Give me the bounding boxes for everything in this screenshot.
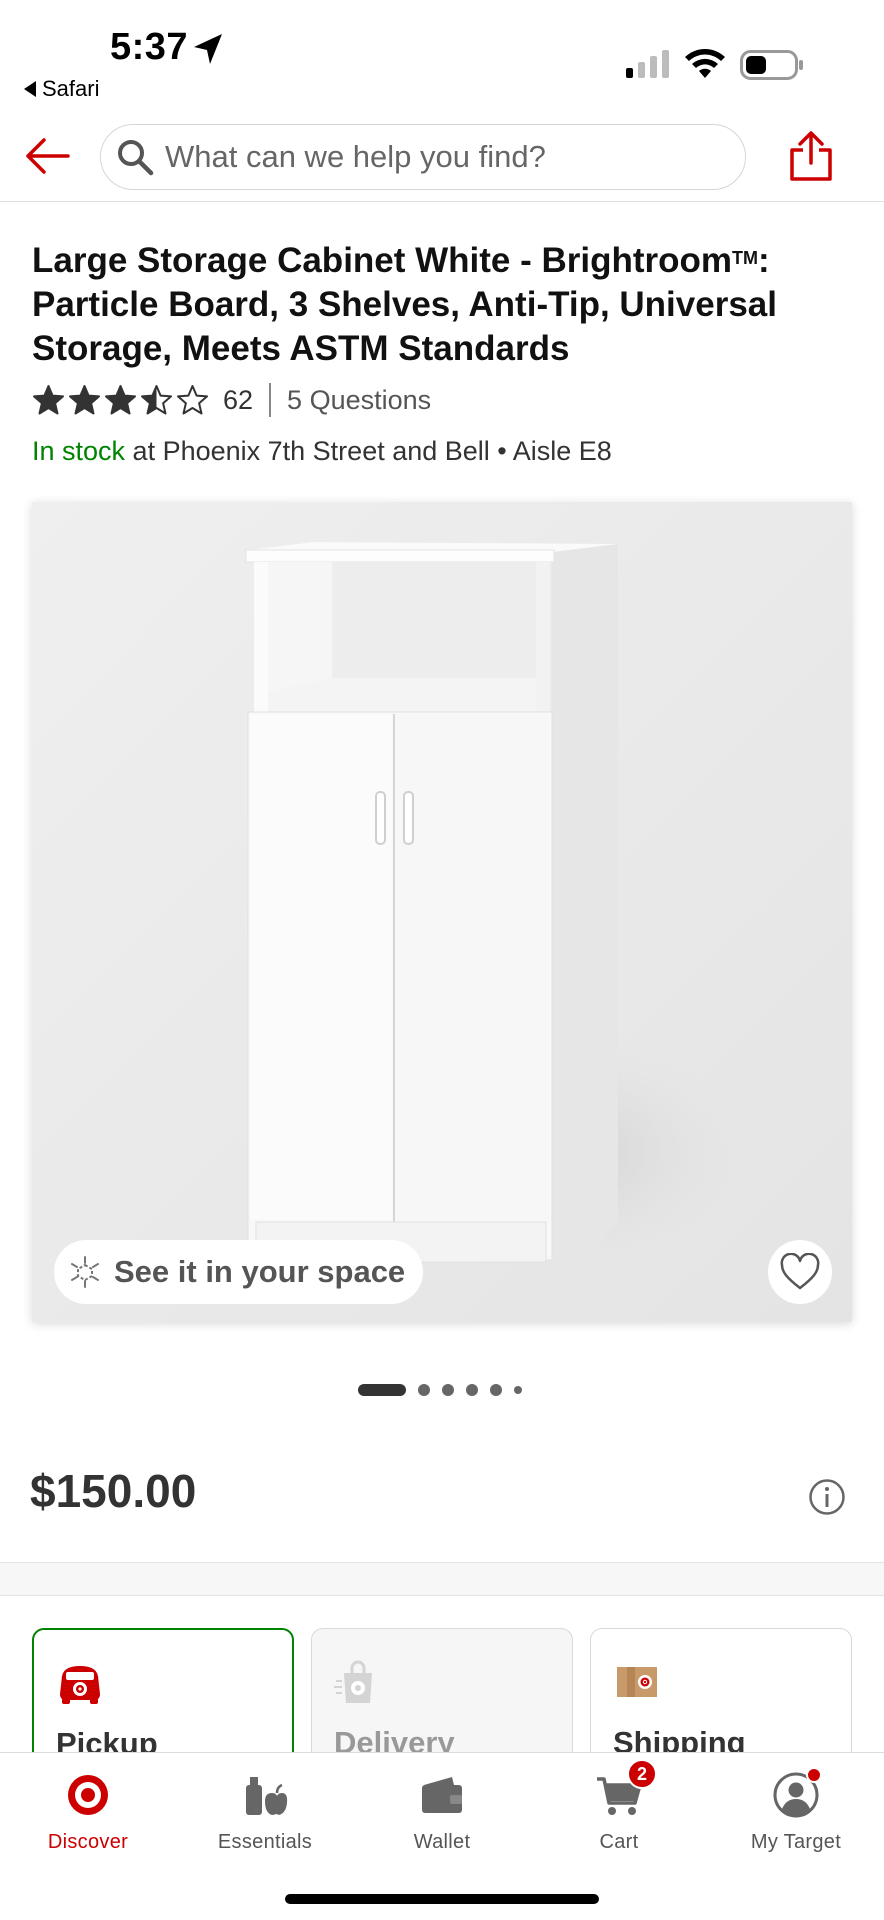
home-indicator	[285, 1894, 599, 1904]
star-full-icon	[105, 384, 136, 414]
notification-dot	[806, 1767, 822, 1783]
tab-label: Essentials	[217, 1831, 313, 1853]
location-arrow-icon	[194, 34, 222, 64]
wifi-icon	[685, 49, 725, 78]
stock-info[interactable]: In stock at Phoenix 7th Street and Bell …	[32, 436, 612, 467]
carousel-dot[interactable]	[442, 1384, 454, 1396]
product-image-carousel[interactable]: See it in your space	[32, 502, 852, 1322]
back-arrow-icon[interactable]	[24, 136, 70, 176]
product-title: Large Storage Cabinet White - Brightroom…	[32, 236, 852, 371]
product-title-main: Large Storage Cabinet White - Brightroom	[32, 241, 733, 280]
essentials-icon	[246, 1777, 288, 1815]
tab-label: Wallet	[413, 1831, 471, 1853]
target-bullseye-icon	[68, 1775, 108, 1815]
search-input[interactable]	[165, 139, 725, 175]
questions-link[interactable]: 5 Questions	[287, 385, 431, 416]
delivery-bag-icon	[334, 1660, 372, 1703]
rating-row[interactable]: 62 5 Questions	[32, 380, 431, 420]
back-app-label: Safari	[42, 76, 100, 101]
tab-discover[interactable]: Discover	[0, 1771, 176, 1871]
product-image-cabinet	[32, 502, 852, 1322]
rating-count[interactable]: 62	[223, 385, 253, 416]
back-to-safari-link[interactable]: Safari	[24, 76, 99, 102]
star-empty-icon	[177, 384, 208, 414]
tab-essentials[interactable]: Essentials	[177, 1771, 353, 1871]
stock-status: In stock	[32, 436, 126, 466]
account-icon-wrap	[772, 1767, 822, 1819]
ar-cube-icon	[71, 1256, 99, 1288]
back-triangle-icon	[24, 81, 36, 97]
product-price: $150.00	[30, 1465, 197, 1517]
battery-icon	[740, 50, 803, 80]
wallet-icon	[422, 1777, 462, 1813]
rating-divider	[269, 383, 272, 417]
heart-icon	[780, 1253, 820, 1290]
tab-my-target[interactable]: My Target	[708, 1767, 884, 1871]
cellular-signal-icon	[626, 50, 669, 78]
section-divider	[0, 1562, 884, 1596]
search-icon	[118, 140, 154, 176]
star-full-icon	[69, 384, 100, 414]
top-nav-header	[0, 112, 884, 202]
shipping-box-icon	[617, 1667, 657, 1697]
star-full-icon	[33, 384, 64, 414]
tab-label: Discover	[47, 1831, 129, 1853]
carousel-dot[interactable]	[466, 1384, 478, 1396]
cart-icon-wrap: 2	[595, 1759, 657, 1819]
tab-cart[interactable]: 2 Cart	[531, 1759, 707, 1871]
fulfillment-option-pickup[interactable]: Pickup	[32, 1628, 294, 1768]
carousel-dot[interactable]	[490, 1384, 502, 1396]
tab-wallet[interactable]: Wallet	[354, 1771, 530, 1871]
ar-label: See it in your space	[114, 1254, 406, 1289]
info-icon[interactable]	[808, 1478, 846, 1516]
stock-location: at Phoenix 7th Street and Bell • Aisle E…	[125, 436, 612, 466]
pickup-car-icon	[60, 1666, 100, 1704]
fulfillment-option-delivery[interactable]: Delivery	[311, 1628, 573, 1768]
cart-count-badge: 2	[627, 1759, 657, 1789]
favorite-button[interactable]	[768, 1240, 832, 1304]
share-icon[interactable]	[788, 130, 834, 182]
search-bar[interactable]	[100, 124, 746, 190]
star-rating	[32, 384, 209, 417]
carousel-dot[interactable]	[418, 1384, 430, 1396]
status-time: 5:37	[110, 26, 189, 68]
carousel-dot-active[interactable]	[358, 1384, 406, 1396]
tab-label: My Target	[750, 1831, 842, 1853]
carousel-dot[interactable]	[514, 1386, 522, 1394]
carousel-indicator[interactable]	[358, 1384, 522, 1396]
see-it-in-your-space-button[interactable]: See it in your space	[54, 1240, 424, 1304]
status-bar: 5:37 Safari	[0, 0, 884, 112]
star-half-icon	[141, 384, 172, 414]
fulfillment-option-shipping[interactable]: Shipping	[590, 1628, 852, 1768]
trademark-symbol: TM	[732, 248, 759, 268]
tab-label: Cart	[599, 1831, 639, 1853]
